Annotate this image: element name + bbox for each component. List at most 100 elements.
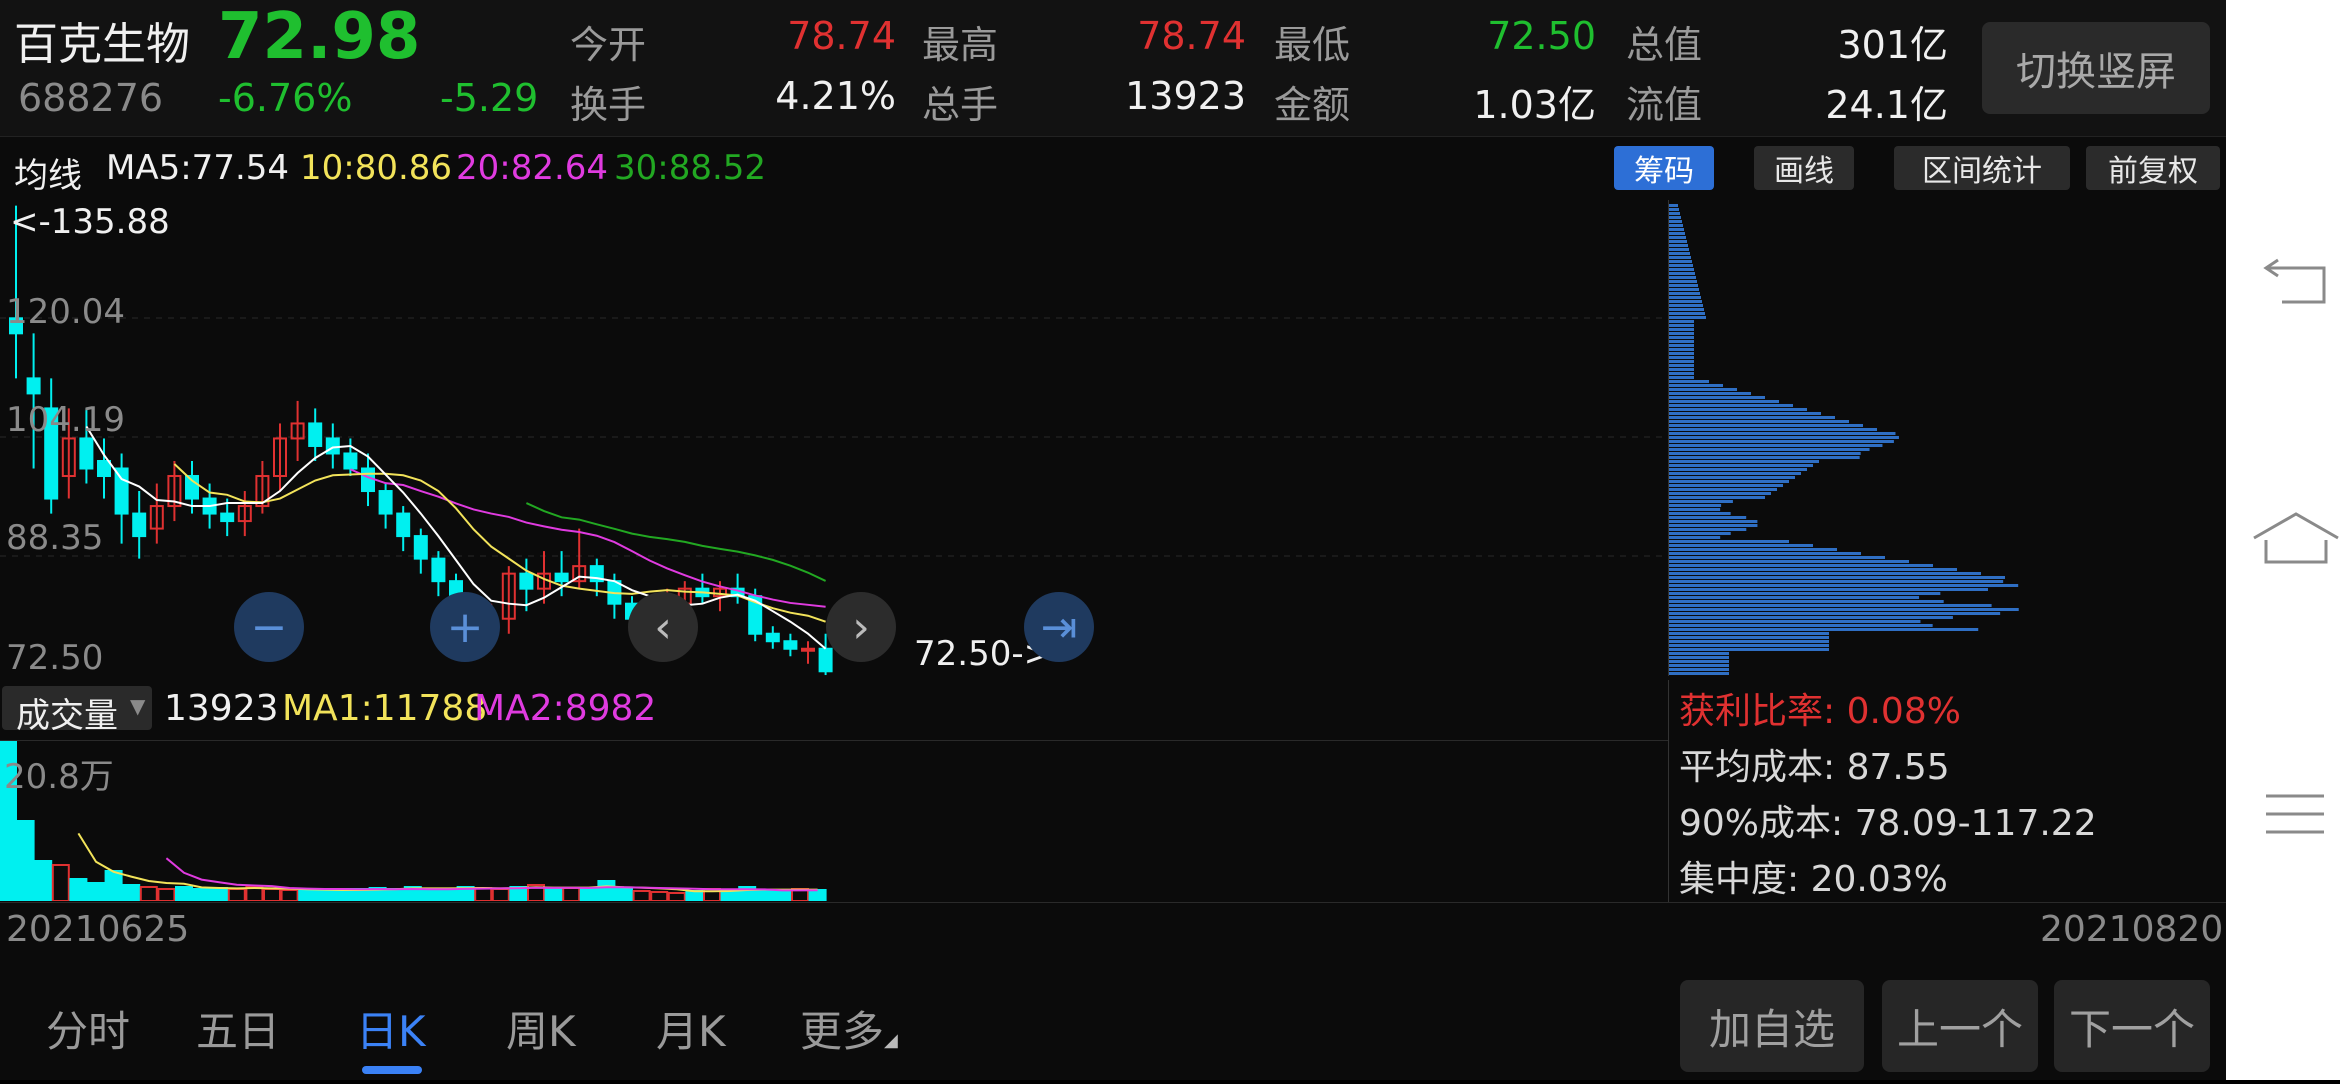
volume-ma1: MA1:11788 (282, 688, 488, 729)
chip-bar (1669, 424, 1863, 427)
chip-bar (1669, 240, 1687, 243)
chips-toggle[interactable]: 筹码 (1614, 146, 1714, 190)
scroll-right-button[interactable]: › (826, 592, 896, 662)
chip-bar (1669, 404, 1793, 407)
float-cap-value: 24.1亿 (1825, 83, 1948, 127)
candle (519, 572, 534, 590)
tab-more-label: 更多 (800, 1007, 885, 1056)
chip-bar (1669, 332, 1694, 335)
chip-bar (1669, 204, 1678, 207)
indicator-selector[interactable]: 成交量 ▼ (2, 686, 152, 736)
chip-bar (1669, 320, 1694, 323)
stock-code: 688276 (18, 76, 164, 120)
chip-bar (1669, 544, 1813, 547)
chip-bar (1669, 604, 1992, 607)
volume-bar (597, 880, 616, 901)
chip-bar (1669, 432, 1896, 435)
chip-bar (1669, 596, 1920, 599)
chip-bar (1669, 284, 1698, 287)
chip-bar (1669, 476, 1795, 479)
chevron-right-icon: › (852, 601, 870, 653)
tab-daily-k[interactable]: 日K (356, 998, 426, 1059)
average-cost: 平均成本: 87.55 (1679, 747, 1950, 788)
volume-bar (298, 890, 317, 901)
chip-bar (1669, 228, 1684, 231)
chip-bar (1669, 612, 2001, 615)
chip-bar (1669, 584, 2019, 587)
add-watchlist-button[interactable]: 加自选 (1680, 980, 1864, 1072)
next-stock-button[interactable]: 下一个 (2054, 980, 2210, 1072)
volume-bar (808, 889, 827, 901)
chip-bar (1669, 656, 1729, 659)
volume-chart[interactable]: 20.8万 (0, 740, 1668, 901)
volume-bar (175, 886, 193, 901)
scroll-left-button[interactable]: ‹ (628, 592, 698, 662)
volume-bar (122, 884, 141, 901)
chip-bar (1669, 356, 1694, 359)
candle (343, 452, 358, 470)
volume-bar (315, 890, 334, 901)
chip-bar (1669, 460, 1819, 463)
chip-bar (1669, 308, 1704, 311)
chip-bar (1669, 464, 1813, 467)
zoom-out-button[interactable]: − (234, 592, 304, 662)
volume-ma1-line (77, 832, 818, 893)
candle (308, 422, 323, 447)
chip-bar (1669, 608, 2019, 611)
volume-bar (579, 888, 598, 901)
ma-legend: 均线 MA5:77.54 10:80.86 20:82.64 30:88.52 (0, 138, 2226, 198)
price-adjust-button[interactable]: 前复权 (2086, 146, 2220, 190)
volume-label: 总手 (922, 83, 999, 127)
volume-bar (685, 890, 704, 901)
volume-max-tick: 20.8万 (4, 757, 114, 797)
candlestick-chart[interactable]: 120.04 104.19 88.35 72.50 <-135.88 72.50… (0, 200, 1668, 678)
chip-bar (1669, 352, 1694, 355)
chip-bar (1669, 304, 1703, 307)
tab-monthly-k[interactable]: 月K (656, 998, 726, 1059)
chip-bar (1669, 348, 1694, 351)
start-date: 20210625 (6, 909, 190, 950)
chip-bar (1669, 548, 1837, 551)
candle (783, 640, 798, 650)
tab-five-day[interactable]: 五日 (196, 998, 280, 1059)
tab-intraday[interactable]: 分时 (46, 998, 130, 1059)
previous-stock-button[interactable]: 上一个 (1882, 980, 2038, 1072)
skip-end-icon: ⇥ (1040, 601, 1078, 653)
chip-bar (1669, 248, 1689, 251)
candle (431, 557, 446, 583)
jump-latest-button[interactable]: ⇥ (1024, 592, 1094, 662)
tab-more[interactable]: 更多◢ (800, 998, 898, 1059)
volume-bar (16, 820, 35, 901)
home-icon[interactable] (2253, 512, 2339, 564)
stock-kline-screen: 百克生物 688276 72.98 -6.76% -5.29 今开 78.74 … (0, 0, 2226, 1080)
chip-bar (1669, 264, 1693, 267)
switch-portrait-button[interactable]: 切换竖屏 (1982, 22, 2210, 114)
chip-bar (1669, 252, 1690, 255)
draw-line-button[interactable]: 画线 (1754, 146, 1854, 190)
chip-bar (1669, 668, 1729, 671)
turnover-value: 4.21% (775, 74, 896, 118)
zoom-in-button[interactable]: + (430, 592, 500, 662)
price-tick-88: 88.35 (6, 518, 104, 558)
tab-weekly-k[interactable]: 周K (506, 998, 576, 1059)
chip-bar (1669, 336, 1694, 339)
chip-bar (1669, 652, 1729, 655)
chip-bar (1669, 396, 1765, 399)
ma-selector[interactable]: 均线 (14, 148, 82, 197)
chip-bar (1669, 568, 1957, 571)
market-cap-value: 301亿 (1837, 23, 1948, 67)
chip-bar (1669, 444, 1883, 447)
active-tab-indicator (362, 1066, 422, 1074)
candle (765, 632, 780, 643)
chip-bar (1669, 672, 1729, 675)
chip-bar (1669, 260, 1692, 263)
chip-bar (1669, 292, 1700, 295)
range-stats-button[interactable]: 区间统计 (1894, 146, 2070, 190)
chip-bar (1669, 532, 1731, 535)
chip-bar (1669, 636, 1829, 639)
chip-bar (1669, 512, 1731, 515)
stock-name: 百克生物 (14, 19, 190, 70)
system-nav-bar (2226, 0, 2340, 1080)
menu-icon[interactable] (2266, 794, 2324, 834)
volume-bar (667, 892, 686, 901)
